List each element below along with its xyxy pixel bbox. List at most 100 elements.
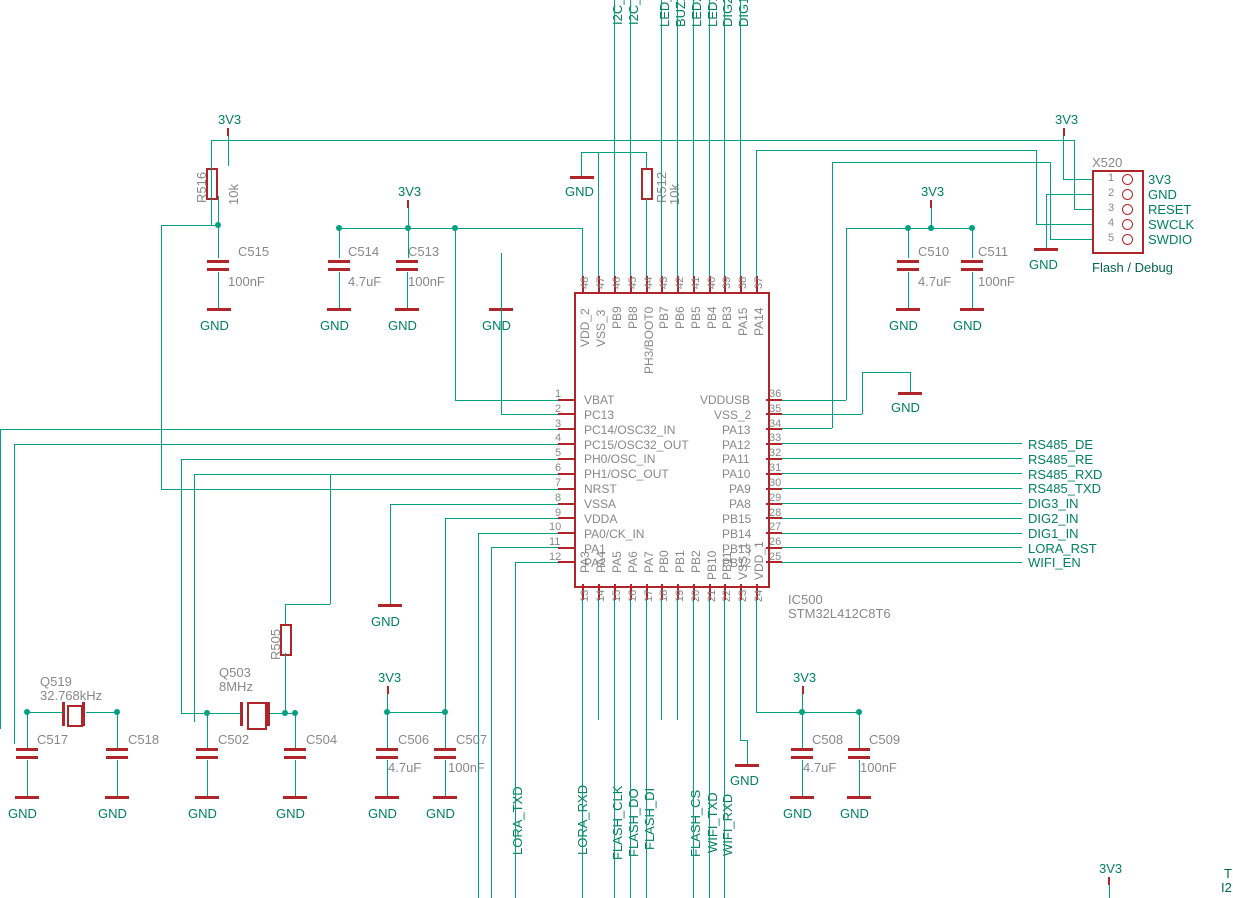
pinlbl-vdda: VDDA <box>584 512 617 526</box>
gnd-vss1-lbl: GND <box>730 773 759 788</box>
c507-p2 <box>434 756 456 759</box>
net-rs485-de: RS485_DE <box>1028 437 1093 452</box>
w-nrst-vtop <box>1074 140 1075 210</box>
w-c513-gnd <box>407 272 408 308</box>
net-dig2-in: DIG2_IN <box>1028 511 1079 526</box>
w-nrst-h2 <box>161 225 218 226</box>
pinlbl-pb15: PB15 <box>722 512 751 526</box>
w-top-46 <box>614 0 615 276</box>
c517-gnd-lbl: GND <box>8 806 37 821</box>
w-vdda-v <box>445 518 446 712</box>
c504-p1 <box>284 748 306 751</box>
j-q503-2 <box>292 710 298 716</box>
w-q519-2-v <box>117 712 118 748</box>
w-vddusb-h <box>782 400 846 401</box>
pinnum-1: 1 <box>555 388 561 400</box>
w-b23 <box>740 600 741 740</box>
w-ph0 <box>181 459 558 460</box>
c502-ref: C502 <box>218 732 249 747</box>
w-3v3-br <box>1109 885 1110 898</box>
c508-ref: C508 <box>812 732 843 747</box>
c515-val: 100nF <box>228 274 265 289</box>
pinnum-19: 19 <box>674 590 686 602</box>
w-c506-gnd <box>387 760 388 796</box>
pwr-tick-6 <box>802 686 804 694</box>
x520-l4: SWCLK <box>1148 217 1194 232</box>
w-pa12 <box>782 443 1022 444</box>
net-lora-rst: LORA_RST <box>1028 541 1097 556</box>
pinlbl-ph3: PH3/BOOT0 <box>642 307 656 374</box>
c517-gnd <box>15 796 39 799</box>
c511-ref: C511 <box>978 244 1008 259</box>
c506-p1 <box>376 748 398 751</box>
pinlbl-pb7: PB7 <box>657 306 671 329</box>
pinnum-36: 36 <box>769 388 781 400</box>
r516-val: 10k <box>226 184 241 205</box>
w-c511-gnd <box>972 272 973 308</box>
x520-n1: 1 <box>1108 172 1114 184</box>
net-flash-cs: FLASH_CS <box>688 790 703 857</box>
pinlbl-vss2: VSS_2 <box>714 408 751 422</box>
r512-val: 10k <box>667 184 682 205</box>
pinnum-33: 33 <box>769 432 781 444</box>
w-pc13-h <box>501 414 558 415</box>
x520-l2: GND <box>1148 187 1177 202</box>
j-q519-1 <box>24 709 30 715</box>
w-vdda-h2 <box>387 712 445 713</box>
c502-p2 <box>196 756 218 759</box>
pwr-3v3-5: 3V3 <box>378 670 401 685</box>
c504-gnd-lbl: GND <box>276 806 305 821</box>
w-q503-1-h <box>181 713 241 714</box>
pinnum-30: 30 <box>769 477 781 489</box>
pinlbl-pb6: PB6 <box>673 306 687 329</box>
w-3v3-c511 <box>972 228 973 258</box>
w-vss2-v <box>862 372 863 414</box>
pinnum-22: 22 <box>721 590 733 602</box>
pinnum-14: 14 <box>595 590 607 602</box>
w-c509-top <box>859 712 860 748</box>
pinnum-45: 45 <box>627 277 639 289</box>
w-b23-h <box>740 740 747 741</box>
net-dig3-in: DIG3_IN <box>1028 496 1079 511</box>
pinlbl-pb2: PB2 <box>689 550 703 573</box>
w-vssa-v <box>390 504 391 580</box>
c514-gnd-lbl: GND <box>320 318 349 333</box>
net-i2: I2 <box>1221 880 1232 895</box>
j-q519-2 <box>114 709 120 715</box>
pwr-tick-3 <box>930 200 932 208</box>
w-vbat-h <box>455 400 558 401</box>
x520-n3: 3 <box>1108 202 1114 214</box>
pinlbl-pa4: PA4 <box>594 551 608 573</box>
pinnum-39: 39 <box>721 277 733 289</box>
pinlbl-pa7: PA7 <box>642 551 656 573</box>
c508-val: 4.7uF <box>803 760 836 775</box>
pinlbl-vssa: VSSA <box>584 497 616 511</box>
net-wifi-en: WIFI_EN <box>1028 555 1081 570</box>
w-pc15 <box>14 444 558 445</box>
pinnum-38: 38 <box>737 277 749 289</box>
pinnum-47: 47 <box>595 277 607 289</box>
net-flash-clk: FLASH_CLK <box>610 786 625 860</box>
pinlbl-pc15: PC15/OSC32_OUT <box>584 438 689 452</box>
c508-gnd-lbl: GND <box>783 806 812 821</box>
c506-gnd-lbl: GND <box>368 806 397 821</box>
pinlbl-pa13: PA13 <box>722 423 750 437</box>
pwr-3v3-2: 3V3 <box>398 184 421 199</box>
c517-ref: C517 <box>37 732 68 747</box>
pwr-tick-4 <box>1063 128 1065 136</box>
w-nrst-h3 <box>161 489 558 490</box>
w-q503-1-v <box>207 713 208 748</box>
c514-ref: C514 <box>348 244 379 259</box>
w-c517-gnd <box>27 760 28 796</box>
pinlbl-pa3: PA3 <box>578 551 592 573</box>
pinlbl-pa5: PA5 <box>610 551 624 573</box>
w-c510-gnd <box>908 272 909 308</box>
w-q503-2-v <box>295 713 296 748</box>
gnd-top <box>570 176 594 179</box>
w-pa11 <box>782 458 1022 459</box>
q519-body <box>67 705 83 727</box>
w-top-45 <box>630 0 631 276</box>
w-47v <box>598 152 599 276</box>
net-led: LED_ <box>657 0 672 27</box>
c517-p2 <box>16 756 38 759</box>
